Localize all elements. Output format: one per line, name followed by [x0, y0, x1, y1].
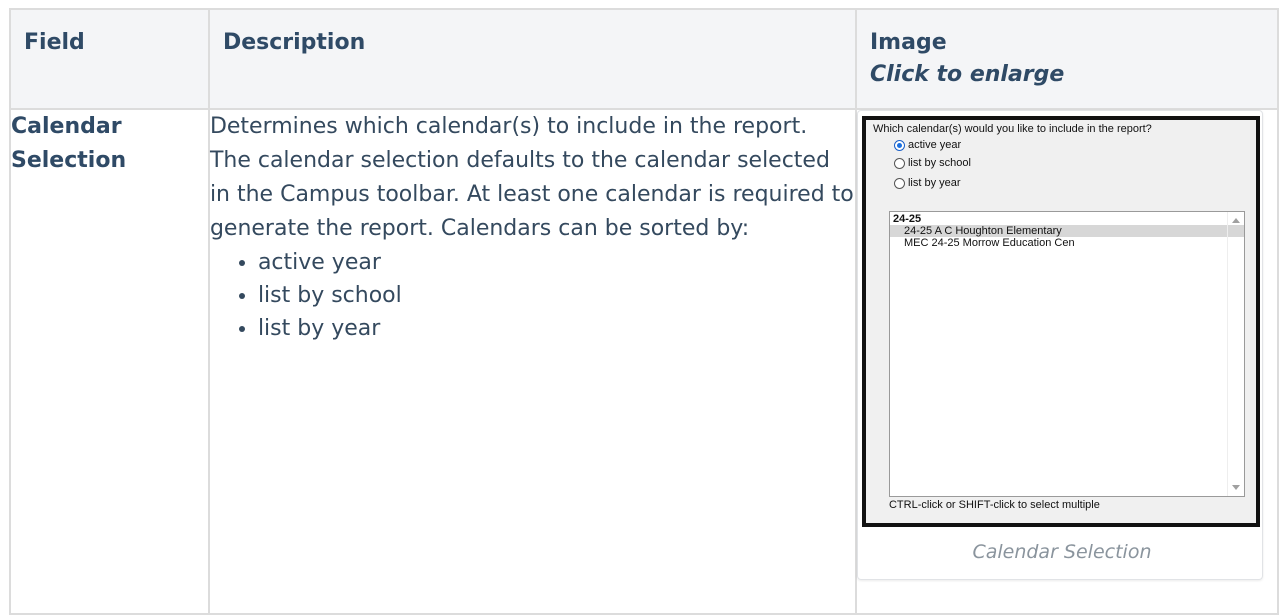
header-image-label: Image: [869, 30, 947, 55]
header-image-sublabel: Click to enlarge: [869, 62, 1065, 87]
table-header-row: Field Description Image Click to enlarge: [9, 8, 1279, 110]
header-image: Image Click to enlarge: [854, 8, 1279, 110]
radio-label: active year: [907, 139, 962, 151]
list-item[interactable]: 24-25 A C Houghton Elementary: [889, 225, 1244, 237]
list-item[interactable]: MEC 24-25 Morrow Education Cen: [890, 237, 1244, 249]
radio-list-by-school[interactable]: list by school: [893, 157, 971, 169]
calendar-selection-screenshot[interactable]: Which calendar(s) would you like to incl…: [861, 116, 1260, 527]
field-name-cell: Calendar Selection: [9, 108, 210, 615]
radio-label: list by school: [907, 157, 971, 169]
image-figure[interactable]: Which calendar(s) would you like to incl…: [856, 110, 1263, 580]
radio-unchecked-icon: [893, 157, 905, 169]
header-description-label: Description: [222, 30, 366, 55]
description-text: Determines which calendar(s) to include …: [209, 114, 854, 241]
list-item: list by school: [258, 279, 855, 312]
radio-checked-icon: [893, 139, 905, 151]
field-name-line1: Calendar: [11, 114, 122, 139]
calendar-listbox[interactable]: 24-25 24-25 A C Houghton Elementary MEC …: [888, 211, 1245, 497]
listbox-scrollbar[interactable]: [1226, 212, 1244, 496]
table-row: Calendar Selection Determines which cale…: [9, 108, 1279, 615]
radio-label: list by year: [907, 177, 961, 189]
field-description-table: Field Description Image Click to enlarge…: [9, 8, 1279, 615]
header-description: Description: [207, 8, 857, 110]
image-caption: Calendar Selection: [972, 541, 1152, 563]
sort-options-list: active year list by school list by year: [210, 246, 855, 345]
radio-active-year[interactable]: active year: [893, 139, 962, 151]
scroll-up-arrow-icon[interactable]: [1231, 218, 1240, 223]
list-item: list by year: [258, 312, 855, 345]
multi-select-hint: CTRL-click or SHIFT-click to select mult…: [888, 499, 1100, 511]
radio-unchecked-icon: [893, 177, 905, 189]
description-cell: Determines which calendar(s) to include …: [207, 108, 857, 615]
header-field: Field: [9, 8, 210, 110]
image-cell: Which calendar(s) would you like to incl…: [854, 108, 1279, 615]
radio-list-by-year[interactable]: list by year: [893, 177, 961, 189]
list-item: active year: [258, 246, 855, 279]
header-field-label: Field: [24, 30, 85, 55]
list-group-header: 24-25: [892, 213, 922, 225]
field-name-line2: Selection: [11, 148, 127, 173]
calendar-question: Which calendar(s) would you like to incl…: [872, 123, 1152, 135]
scroll-down-arrow-icon[interactable]: [1231, 485, 1240, 490]
